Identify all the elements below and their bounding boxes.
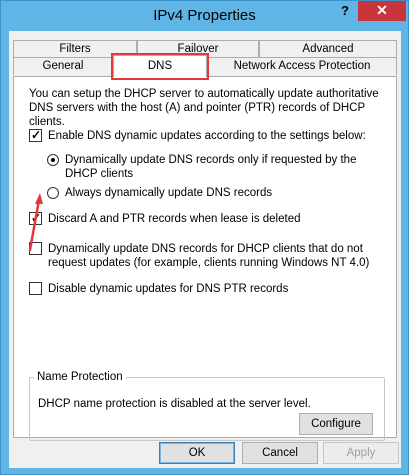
name-protection-title: Name Protection	[34, 370, 126, 384]
update-non-requesting-label: Dynamically update DNS records for DHCP …	[48, 243, 370, 269]
dialog-body: Filters Failover Advanced General DNS Ne…	[9, 31, 401, 468]
cancel-button[interactable]: Cancel	[242, 442, 318, 464]
dns-tab-panel: You can setup the DHCP server to automat…	[13, 76, 397, 441]
update-non-requesting-checkbox[interactable]	[29, 242, 42, 255]
tab-network-access-protection[interactable]: Network Access Protection	[207, 57, 397, 75]
tab-general[interactable]: General	[13, 57, 113, 75]
enable-dns-updates-option[interactable]: Enable DNS dynamic updates according to …	[29, 128, 366, 143]
update-if-requested-label: Dynamically update DNS records only if r…	[65, 154, 357, 180]
close-button[interactable]: ✕	[358, 1, 406, 21]
discard-records-checkbox[interactable]	[29, 211, 42, 225]
help-button[interactable]: ?	[332, 1, 358, 21]
disable-ptr-label: Disable dynamic updates for DNS PTR reco…	[48, 283, 289, 295]
apply-button[interactable]: Apply	[323, 442, 399, 464]
discard-records-label: Discard A and PTR records when lease is …	[48, 213, 301, 225]
update-non-requesting-option[interactable]: Dynamically update DNS records for DHCP …	[29, 242, 384, 270]
name-protection-status: DHCP name protection is disabled at the …	[38, 398, 311, 410]
dns-description: You can setup the DHCP server to automat…	[29, 88, 379, 128]
ipv4-properties-dialog: IPv4 Properties ? ✕ Filters Failover Adv…	[0, 0, 409, 475]
always-update-label: Always dynamically update DNS records	[65, 187, 273, 199]
configure-button[interactable]: Configure	[299, 413, 373, 435]
tab-dns[interactable]: DNS	[113, 55, 207, 77]
disable-ptr-option[interactable]: Disable dynamic updates for DNS PTR reco…	[29, 282, 288, 296]
enable-dns-updates-label: Enable DNS dynamic updates according to …	[48, 130, 366, 142]
always-update-radio[interactable]	[47, 187, 59, 199]
enable-dns-updates-checkbox[interactable]	[29, 128, 42, 142]
update-if-requested-option[interactable]: Dynamically update DNS records only if r…	[47, 153, 377, 181]
disable-ptr-checkbox[interactable]	[29, 282, 42, 295]
update-if-requested-radio[interactable]	[47, 154, 59, 166]
ok-button[interactable]: OK	[159, 442, 235, 464]
title-bar[interactable]: IPv4 Properties ? ✕	[1, 1, 408, 31]
name-protection-group: Name Protection DHCP name protection is …	[29, 370, 385, 441]
discard-records-option[interactable]: Discard A and PTR records when lease is …	[29, 211, 301, 226]
tab-advanced[interactable]: Advanced	[259, 40, 397, 58]
always-update-option[interactable]: Always dynamically update DNS records	[47, 186, 272, 200]
